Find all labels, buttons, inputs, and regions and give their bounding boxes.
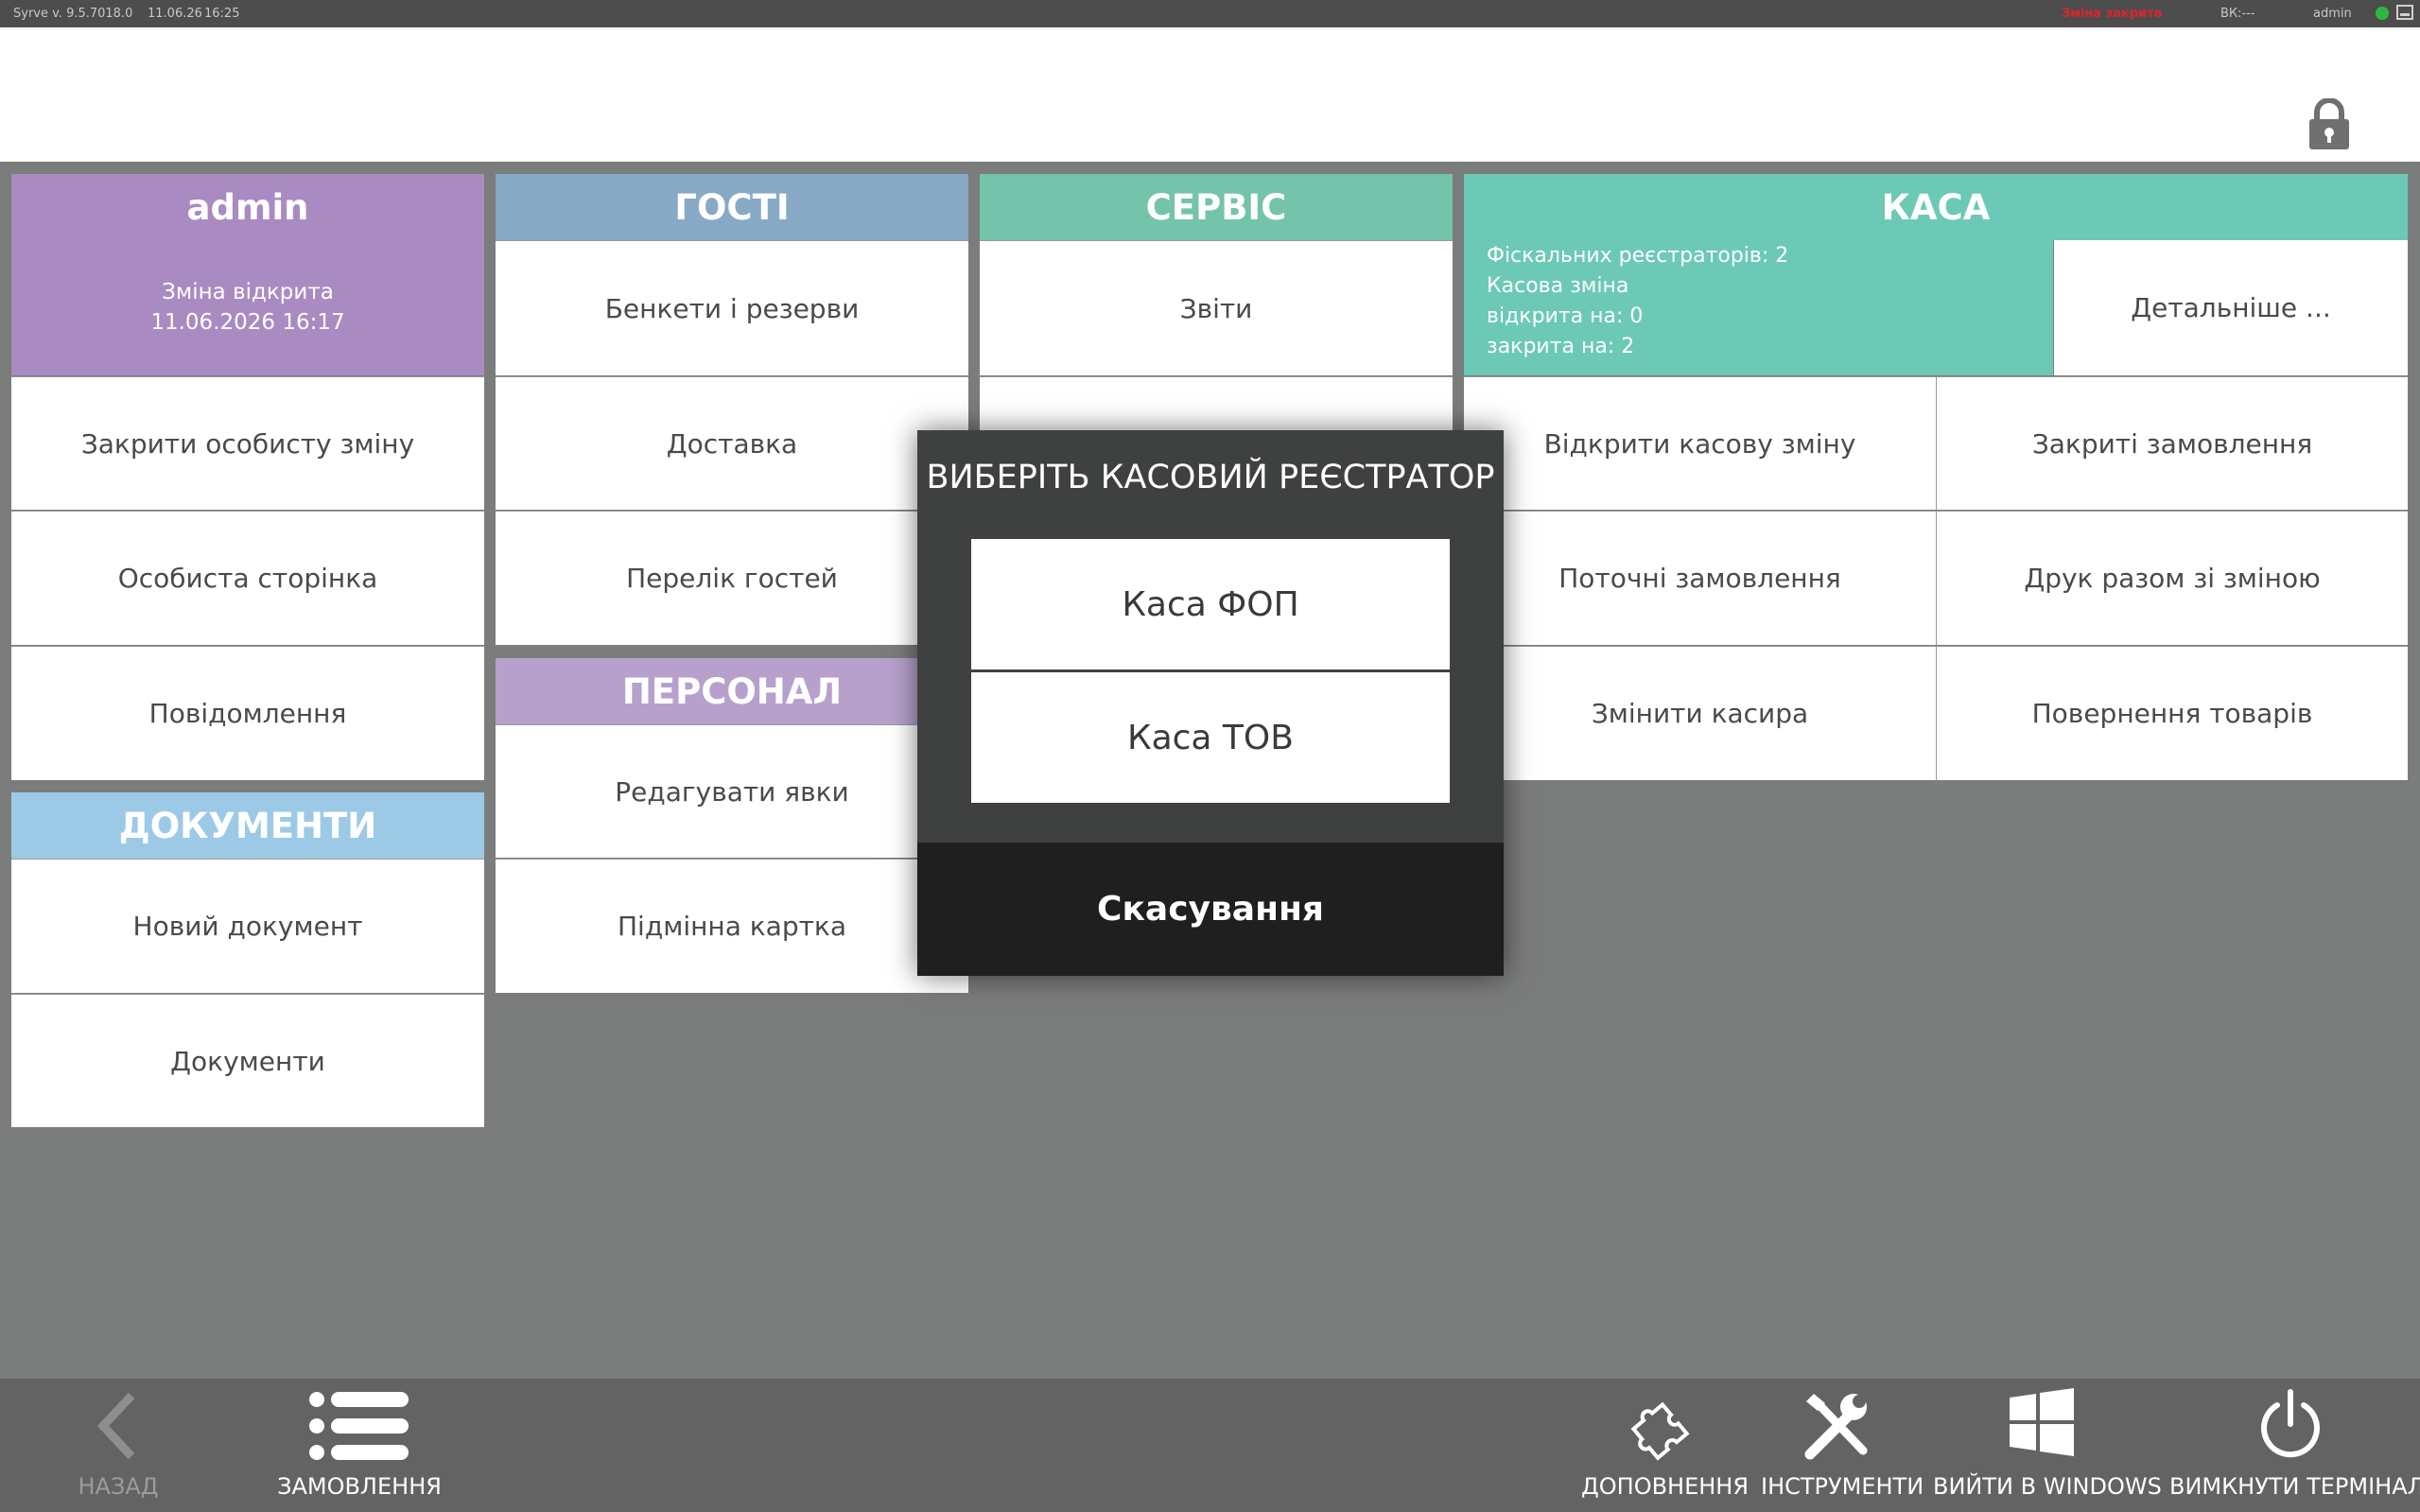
return-goods-button[interactable]: Повернення товарів — [1936, 646, 2408, 780]
shutdown-terminal-button[interactable]: ВИМКНУТИ ТЕРМІНАЛ — [2169, 1379, 2420, 1512]
open-cash-shift-button[interactable]: Відкрити касову зміну — [1464, 376, 1936, 510]
user-card: admin Зміна відкрита 11.06.2026 16:17 — [11, 174, 484, 375]
reports-button[interactable]: Звіти — [980, 240, 1453, 375]
orders-label: ЗАМОВЛЕННЯ — [277, 1473, 442, 1500]
tools-label: ІНСТРУМЕНТИ — [1761, 1473, 1924, 1500]
fiscal-registers-count: Фіскальних реєстраторів: 2 — [1487, 244, 1789, 268]
header — [0, 27, 2420, 162]
tools-icon — [1804, 1394, 1868, 1460]
service-panel: СЕРВІС — [980, 174, 1453, 240]
bk-text: ВК:--- — [2220, 7, 2255, 21]
shift-status-text: Зміна закрита — [2062, 7, 2163, 21]
cash-shift-label: Касова зміна — [1487, 274, 1629, 298]
service-tile-hidden[interactable] — [980, 376, 1453, 430]
personal-page-button[interactable]: Особиста сторінка — [11, 511, 484, 645]
power-icon — [2261, 1389, 2320, 1458]
closed-orders-button[interactable]: Закриті замовлення — [1936, 376, 2408, 510]
documents-button[interactable]: Документи — [11, 994, 484, 1127]
exit-windows-button[interactable]: ВИЙТИ В WINDOWS — [1933, 1379, 2162, 1512]
service-header: СЕРВІС — [980, 174, 1453, 240]
dialog-title: ВИБЕРІТЬ КАСОВИЙ РЕЄСТРАТОР — [926, 459, 1495, 496]
back-label: НАЗАД — [78, 1473, 159, 1500]
close-personal-shift-button[interactable]: Закрити особисту зміну — [11, 376, 484, 510]
shift-opened-count: відкрита на: 0 — [1487, 304, 1644, 328]
banquets-reserves-button[interactable]: Бенкети і резерви — [496, 240, 968, 375]
date-text: 11.06.26 — [148, 7, 202, 21]
current-user-text: admin — [2313, 7, 2352, 21]
documents-panel: ДОКУМЕНТИ — [11, 792, 484, 859]
back-button[interactable]: НАЗАД — [57, 1379, 180, 1512]
shift-opened-datetime: 11.06.2026 16:17 — [150, 310, 345, 335]
shutdown-label: ВИМКНУТИ ТЕРМІНАЛ — [2169, 1473, 2420, 1500]
cash-register-fop-button[interactable]: Каса ФОП — [971, 539, 1450, 669]
new-document-button[interactable]: Новий документ — [11, 859, 484, 993]
messages-button[interactable]: Повідомлення — [11, 646, 484, 780]
windows-icon — [2010, 1388, 2074, 1456]
minimize-window-button[interactable] — [2396, 5, 2413, 20]
connection-indicator-icon — [2376, 7, 2389, 20]
change-cashier-button[interactable]: Змінити касира — [1464, 646, 1936, 780]
footer-toolbar: НАЗАД ЗАМОВЛЕННЯ ДОПОВНЕННЯ ІНСТРУМЕНТИ — [0, 1379, 2420, 1512]
documents-header: ДОКУМЕНТИ — [11, 792, 484, 859]
chevron-left-icon — [96, 1392, 135, 1460]
staff-header: ПЕРСОНАЛ — [496, 658, 968, 724]
tools-button[interactable]: ІНСТРУМЕНТИ — [1761, 1379, 1924, 1512]
kasa-info: Фіскальних реєстраторів: 2 Касова зміна … — [1464, 240, 2053, 375]
orders-button[interactable]: ЗАМОВЛЕННЯ — [274, 1379, 444, 1512]
time-text: 16:25 — [204, 7, 240, 21]
addons-label: ДОПОВНЕННЯ — [1581, 1473, 1750, 1500]
guests-panel: ГОСТІ — [496, 174, 968, 240]
puzzle-icon — [1630, 1401, 1690, 1461]
substitute-card-button[interactable]: Підмінна картка — [496, 859, 968, 993]
shift-closed-count: закрита на: 2 — [1487, 335, 1635, 358]
lock-icon[interactable] — [2307, 98, 2351, 149]
list-icon — [309, 1392, 409, 1460]
kasa-details-button[interactable]: Детальніше ... — [2054, 240, 2408, 375]
shift-opened-label: Зміна відкрита — [162, 280, 334, 304]
status-bar: Syrve v. 9.5.7018.0 11.06.26 16:25 Зміна… — [0, 0, 2420, 27]
kasa-header: КАСА — [1464, 174, 2408, 240]
addons-button[interactable]: ДОПОВНЕННЯ — [1581, 1379, 1750, 1512]
cash-register-tov-button[interactable]: Каса ТОВ — [971, 672, 1450, 803]
select-cash-register-dialog: ВИБЕРІТЬ КАСОВИЙ РЕЄСТРАТОР Каса ФОП Кас… — [917, 430, 1504, 976]
delivery-button[interactable]: Доставка — [496, 376, 968, 510]
edit-attendance-button[interactable]: Редагувати явки — [496, 724, 968, 858]
staff-panel: ПЕРСОНАЛ — [496, 658, 968, 724]
exit-windows-label: ВИЙТИ В WINDOWS — [1933, 1473, 2162, 1500]
current-orders-button[interactable]: Поточні замовлення — [1464, 511, 1936, 645]
cancel-button[interactable]: Скасування — [917, 843, 1504, 976]
print-with-shift-button[interactable]: Друк разом зі зміною — [1936, 511, 2408, 645]
version-text: Syrve v. 9.5.7018.0 — [13, 7, 133, 21]
kasa-panel: КАСА — [1464, 174, 2408, 240]
guests-header: ГОСТІ — [496, 174, 968, 240]
user-name: admin — [186, 187, 309, 228]
guest-list-button[interactable]: Перелік гостей — [496, 511, 968, 645]
